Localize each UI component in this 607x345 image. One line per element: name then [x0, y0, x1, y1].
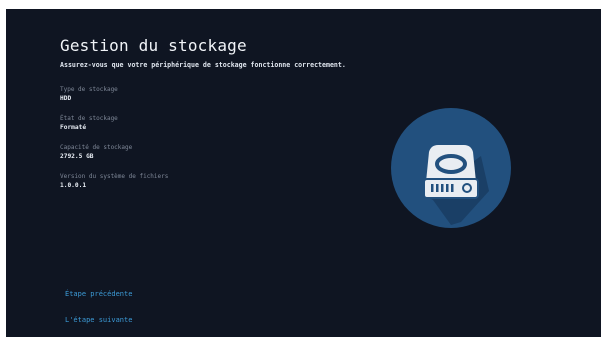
storage-type-item: Type de stockage HDD: [60, 85, 360, 114]
storage-management-screen: Gestion du stockage Assurez-vous que vot…: [6, 9, 601, 337]
drive-vent: [436, 184, 439, 192]
header: Gestion du stockage Assurez-vous que vot…: [60, 36, 346, 69]
hard-drive-icon: [391, 108, 511, 228]
filesystem-version-item: Version du système de fichiers 1.0.0.1: [60, 172, 360, 201]
storage-type-value: HDD: [60, 95, 72, 102]
storage-capacity-value: 2792.5 GB: [60, 153, 94, 160]
next-step-link[interactable]: L'étape suivante: [65, 316, 132, 324]
filesystem-version-label: Version du système de fichiers: [60, 173, 169, 180]
filesystem-version-value: 1.0.0.1: [60, 182, 87, 189]
drive-vent: [431, 184, 434, 192]
page-title: Gestion du stockage: [60, 36, 247, 55]
drive-vent: [446, 184, 449, 192]
storage-state-item: État de stockage Formaté: [60, 114, 360, 143]
storage-state-label: État de stockage: [60, 115, 118, 122]
page-subtitle: Assurez-vous que votre périphérique de s…: [60, 61, 346, 69]
storage-capacity-label: Capacité de stockage: [60, 144, 133, 151]
drive-vent: [451, 184, 454, 192]
hard-drive-illustration: [391, 108, 511, 228]
storage-type-label: Type de stockage: [60, 86, 118, 93]
previous-step-link[interactable]: Étape précédente: [65, 290, 132, 298]
storage-info-list: Type de stockage HDD État de stockage Fo…: [60, 85, 360, 201]
storage-state-value: Formaté: [60, 124, 87, 131]
drive-vent: [441, 184, 444, 192]
storage-capacity-item: Capacité de stockage 2792.5 GB: [60, 143, 360, 172]
